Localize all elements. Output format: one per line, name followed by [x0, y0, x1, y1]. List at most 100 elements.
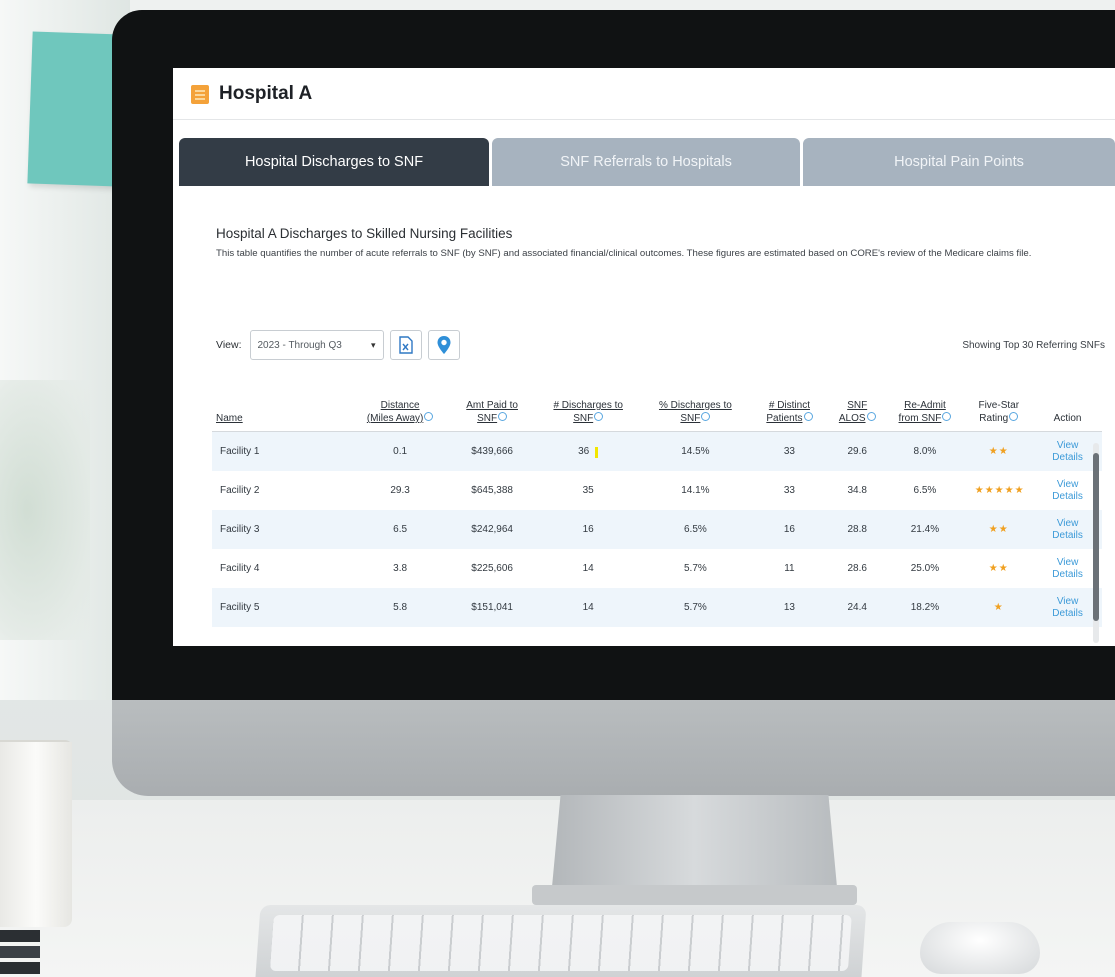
- cell-rating: ★★: [964, 431, 1034, 471]
- table-scrollbar[interactable]: [1093, 443, 1099, 643]
- cell-distinct: 13: [750, 588, 829, 627]
- cell-alos: 28.8: [828, 510, 886, 549]
- view-label: View:: [216, 339, 242, 351]
- view-details-link[interactable]: View Details: [1033, 549, 1102, 588]
- coffee-mug: [0, 742, 72, 927]
- map-button[interactable]: [427, 330, 460, 360]
- col-five-star: Five-Star Rating: [964, 393, 1034, 432]
- cell-pct: 5.7%: [640, 588, 750, 627]
- star-rating-icon: ★★★★★: [974, 484, 1025, 496]
- col-readmit[interactable]: Re-Admit from SNF: [885, 393, 965, 432]
- col-pct-discharges[interactable]: % Discharges to SNF: [640, 393, 750, 432]
- star-rating-icon: ★★: [988, 524, 1009, 535]
- cell-alos: 24.4: [828, 588, 886, 627]
- cell-distance: 0.1: [351, 431, 449, 471]
- col-distinct-patients[interactable]: # Distinct Patients: [750, 393, 829, 432]
- tab-hospital-discharges[interactable]: Hospital Discharges to SNF: [179, 138, 489, 186]
- hospital-icon: [191, 84, 209, 104]
- cell-alos: 28.6: [847, 563, 867, 574]
- cell-amount: $151,041: [448, 588, 536, 627]
- showing-count: Showing Top 30 Referring SNFs: [962, 340, 1105, 351]
- cell-alos: 34.8: [847, 485, 867, 496]
- cell-name: Facility 4: [220, 563, 260, 574]
- book-stack: [0, 946, 40, 958]
- star-rating-icon: ★★: [988, 446, 1009, 457]
- chevron-down-icon: ▾: [370, 339, 376, 350]
- cell-distance: 5.8: [351, 588, 449, 627]
- map-pin-icon: [437, 336, 450, 354]
- table-row: Facility 1 0.1 $439,666 36 14.5% 33 29.6…: [212, 431, 1102, 471]
- info-icon: [701, 412, 711, 421]
- col-discharges[interactable]: # Discharges to SNF: [535, 393, 641, 432]
- info-icon: [424, 412, 434, 421]
- text-cursor: [595, 446, 599, 458]
- view-details-link[interactable]: View Details: [1033, 471, 1102, 510]
- cell-name: Facility 5: [212, 588, 352, 627]
- section-description: This table quantifies the number of acut…: [216, 248, 1032, 259]
- keyboard: [255, 905, 867, 977]
- cell-rating: ★★: [964, 510, 1034, 549]
- cell-pct: 14.5%: [640, 431, 750, 471]
- cell-discharges: 16: [535, 510, 641, 549]
- star-rating-icon: ★★: [988, 563, 1009, 574]
- cell-rating: ★★: [964, 549, 1033, 588]
- info-icon: [866, 412, 876, 421]
- cell-readmit: 6.5%: [913, 485, 937, 496]
- col-distance[interactable]: Distance (Miles Away): [351, 393, 449, 432]
- cell-pct: 6.5%: [640, 510, 750, 549]
- cell-name: Facility 2: [220, 485, 260, 496]
- cell-distance: 3.8: [393, 563, 408, 574]
- cell-distinct: 11: [784, 563, 795, 574]
- cell-readmit: 25.0%: [910, 563, 940, 574]
- cell-discharges: 36: [535, 431, 641, 471]
- cell-amount: $645,388: [471, 485, 513, 496]
- mouse: [920, 922, 1040, 974]
- cell-discharges: 35: [582, 485, 594, 496]
- cell-distinct: 33: [783, 485, 795, 496]
- info-icon: [594, 412, 604, 421]
- star-rating-icon: ★: [993, 602, 1004, 613]
- excel-export-icon: [398, 336, 413, 354]
- book-stack: [0, 962, 40, 974]
- cell-distance: 6.5: [351, 510, 449, 549]
- cell-amount: $225,606: [471, 563, 513, 574]
- cell-readmit: 21.4%: [885, 510, 965, 549]
- cell-discharges: 14: [582, 563, 594, 574]
- cell-distance: 29.3: [390, 485, 410, 496]
- cell-distinct: 16: [750, 510, 829, 549]
- cell-amount: $439,666: [448, 431, 536, 471]
- view-details-link[interactable]: View Details: [1033, 431, 1102, 471]
- col-alos[interactable]: SNF ALOS: [828, 393, 886, 432]
- scrollbar-thumb[interactable]: [1093, 453, 1099, 621]
- table-row: Facility 2 29.3 $645,388 35 14.1% 33 34.…: [212, 471, 1102, 510]
- keyboard-keys: [269, 915, 852, 971]
- cell-discharges: 14: [535, 588, 641, 627]
- monitor-stand-base: [532, 885, 857, 905]
- cell-readmit: 8.0%: [885, 431, 965, 471]
- table-row: Facility 4 3.8 $225,606 14 5.7% 11 28.6 …: [212, 549, 1102, 588]
- tab-pain-points[interactable]: Hospital Pain Points: [803, 138, 1115, 186]
- cell-amount: $242,964: [448, 510, 536, 549]
- cell-rating: ★: [964, 588, 1034, 627]
- monitor-stand: [552, 795, 837, 887]
- cell-name: Facility 3: [212, 510, 352, 549]
- col-action: Action: [1033, 393, 1102, 432]
- book-stack: [0, 930, 40, 942]
- cell-alos: 29.6: [828, 431, 886, 471]
- col-amount-paid[interactable]: Amt Paid to SNF: [448, 393, 536, 432]
- export-excel-button[interactable]: [389, 330, 422, 360]
- app-header: Hospital A: [191, 83, 312, 105]
- snf-table: Name Distance (Miles Away) Amt Paid to SNF…: [212, 393, 1102, 627]
- view-details-link[interactable]: View Details: [1033, 588, 1102, 627]
- tab-bar: Hospital Discharges to SNF SNF Referrals…: [179, 138, 1115, 186]
- cell-name: Facility 1: [212, 431, 352, 471]
- view-select[interactable]: 2023 - Through Q3 ▾: [249, 330, 384, 360]
- info-icon: [942, 412, 952, 421]
- view-details-link[interactable]: View Details: [1033, 510, 1102, 549]
- section-title: Hospital A Discharges to Skilled Nursing…: [216, 226, 513, 241]
- tab-snf-referrals[interactable]: SNF Referrals to Hospitals: [492, 138, 801, 186]
- col-name[interactable]: Name: [212, 393, 352, 432]
- info-icon: [1009, 412, 1019, 421]
- divider: [173, 119, 1115, 120]
- monitor-chin: [112, 700, 1115, 796]
